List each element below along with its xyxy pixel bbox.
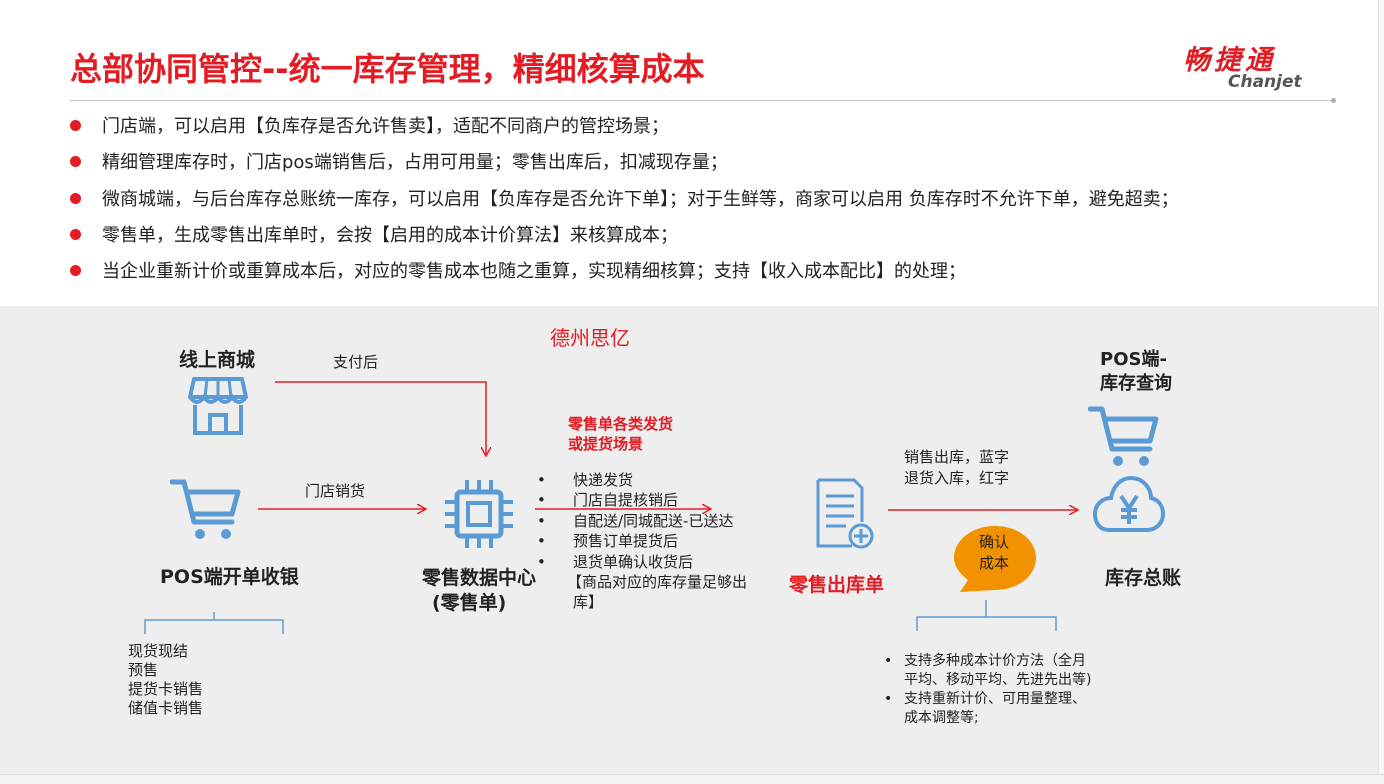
store-icon	[188, 375, 248, 441]
list-item: 提货卡销售	[128, 680, 204, 698]
scenario-note-2: 库】	[573, 593, 604, 612]
pos-query-label: POS端-	[1100, 349, 1167, 370]
bullet-glyph: •	[537, 511, 546, 530]
cart-query-icon	[1087, 405, 1160, 473]
list-item: 预售	[128, 661, 159, 679]
return-inbound-label: 退货入库，红字	[904, 469, 1010, 487]
list-item: 储值卡销售	[128, 699, 204, 717]
store-sales-label: 门店销货	[305, 482, 366, 500]
scenarios-title-2: 或提货场景	[568, 435, 644, 453]
scenario-list: • 快递发货 • 门店自提核销后 • 自配送/同城配送-已送达 • 预售订单提货后 • 退…	[537, 470, 747, 613]
sales-outbound-label: 销售出库，蓝字	[904, 448, 1010, 466]
list-item: 现货现结	[128, 642, 189, 660]
inventory-ledger-label: 库存总账	[1105, 567, 1182, 589]
company-label: 德州思亿	[550, 326, 630, 350]
bullet-glyph: •	[537, 491, 546, 510]
cost-features: • 支持多种成本计价方法（全月 平均、移动平均、先进先出等) • 支持重新计价、可用量…	[884, 652, 1091, 728]
list-item: • 自配送/同城配送-已送达	[537, 511, 734, 530]
yen-cloud-icon	[1092, 466, 1166, 540]
chip-icon	[443, 478, 515, 554]
retail-center-label: 零售数据中心	[422, 567, 537, 589]
bullet-glyph: •	[537, 532, 546, 551]
after-payment-arrow	[275, 381, 486, 455]
retail-outbound-label: 零售出库单	[789, 574, 885, 596]
bullet-glyph: •	[884, 691, 893, 707]
cart-icon	[169, 478, 242, 546]
pos-bracket	[144, 612, 284, 634]
confirm-cost-label-2: 成本	[979, 554, 1010, 572]
bullet-glyph: •	[537, 552, 546, 571]
scenarios-title: 零售单各类发货	[568, 415, 674, 433]
confirm-cost-label: 确认	[979, 533, 1010, 551]
pos-cashier-label: POS端开单收银	[160, 566, 299, 588]
retail-center-sublabel: (零售单)	[432, 592, 507, 614]
document-plus-icon	[812, 478, 876, 554]
list-item: • 预售订单提货后	[537, 532, 679, 551]
bullet-glyph: •	[537, 471, 546, 489]
pos-query-label-2: 库存查询	[1100, 373, 1172, 394]
after-payment-label: 支付后	[333, 353, 379, 371]
pos-sales-types: 现货现结 预售 提货卡销售 储值卡销售	[128, 642, 203, 718]
list-item: • 门店自提核销后	[537, 491, 679, 510]
list-item: • 快递发货	[537, 471, 634, 489]
online-store-label: 线上商城	[179, 349, 256, 371]
list-item: • 退货单确认收货后	[537, 552, 694, 571]
list-item: • 支持多种成本计价方法（全月 平均、移动平均、先进先出等)	[884, 653, 1092, 688]
scenario-note: 【商品对应的库存量足够出	[567, 573, 748, 592]
cost-bracket	[916, 600, 1057, 631]
bullet-glyph: •	[884, 653, 893, 669]
list-item: • 支持重新计价、可用量整理、 成本调整等;	[884, 691, 1086, 726]
